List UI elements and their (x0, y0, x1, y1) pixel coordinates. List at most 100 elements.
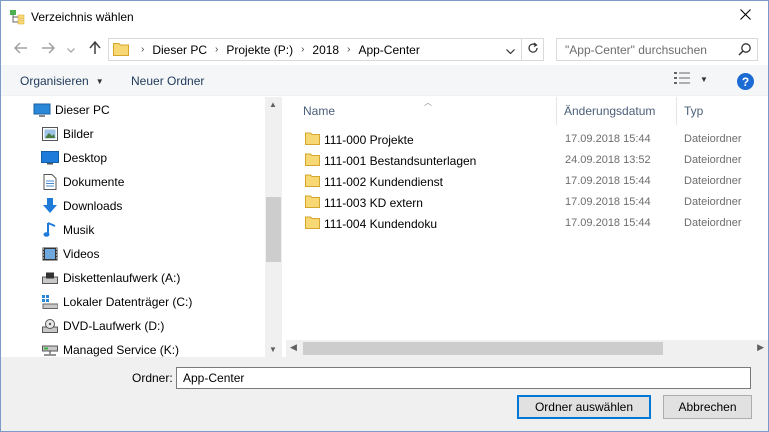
table-row[interactable]: 111-004 Kundendoku 17.09.2018 15:44 Date… (286, 213, 768, 234)
close-button[interactable] (723, 1, 768, 31)
column-header-label: Name (303, 104, 336, 118)
sort-ascending-icon: ︿ (424, 98, 432, 107)
computer-icon (33, 102, 51, 118)
folder-icon (305, 153, 320, 169)
column-header-name[interactable]: Name (303, 97, 335, 125)
file-date: 17.09.2018 15:44 (565, 217, 651, 229)
search-icon[interactable] (738, 42, 752, 59)
scroll-left-icon[interactable]: ◀ (290, 342, 297, 353)
table-row[interactable]: 111-003 KD extern 17.09.2018 15:44 Datei… (286, 192, 768, 213)
dvd-drive-icon (41, 318, 59, 334)
forward-button[interactable] (39, 40, 57, 58)
music-icon (41, 222, 59, 238)
sidebar-item-music[interactable]: Musik (1, 219, 265, 241)
cancel-button[interactable]: Abbrechen (663, 395, 752, 419)
new-folder-button[interactable]: Neuer Ordner (131, 74, 204, 88)
sidebar-item-dvd-drive[interactable]: DVD-Laufwerk (D:) (1, 315, 265, 337)
arrow-right-icon (41, 41, 56, 57)
change-view-button[interactable]: ▼ (674, 72, 708, 87)
up-button[interactable] (86, 40, 104, 58)
file-date: 17.09.2018 15:44 (565, 196, 651, 208)
caret-down-icon: ▼ (95, 76, 104, 86)
breadcrumb-item-2018[interactable]: 2018 (312, 43, 339, 57)
dialog-footer: Ordner: Ordner auswählen Abbrechen (1, 357, 768, 431)
file-list-horizontal-scrollbar[interactable]: ◀ ▶ (286, 340, 768, 357)
file-type: Dateiordner (684, 196, 742, 208)
videos-icon (41, 246, 59, 262)
sidebar-item-label: Lokaler Datenträger (C:) (63, 295, 193, 309)
sidebar-item-videos[interactable]: Videos (1, 243, 265, 265)
table-row[interactable]: 111-002 Kundendienst 17.09.2018 15:44 Da… (286, 171, 768, 192)
select-folder-button[interactable]: Ordner auswählen (517, 395, 651, 419)
chevron-right-icon: › (301, 44, 305, 55)
sidebar-item-desktop[interactable]: Desktop (1, 147, 265, 169)
table-row[interactable]: 111-001 Bestandsunterlagen 24.09.2018 13… (286, 150, 768, 171)
table-row[interactable]: 111-000 Projekte 17.09.2018 15:44 Dateio… (286, 129, 768, 150)
scroll-right-icon[interactable]: ▶ (757, 342, 764, 353)
back-button[interactable] (12, 40, 30, 58)
sidebar-item-label: Desktop (63, 151, 108, 165)
sidebar-item-this-pc[interactable]: Dieser PC (1, 99, 265, 121)
floppy-drive-icon (41, 270, 59, 286)
sidebar-item-label: Videos (63, 247, 100, 261)
file-name: 111-000 Projekte (324, 133, 414, 147)
file-type: Dateiordner (684, 133, 742, 145)
address-history-button[interactable] (501, 39, 519, 60)
search-input[interactable] (557, 39, 732, 60)
help-icon: ? (741, 74, 750, 89)
refresh-button[interactable] (521, 39, 543, 60)
title-bar: Verzeichnis wählen (1, 1, 768, 32)
file-list: ︿ Name Änderungsdatum Typ 111-000 Projek… (286, 97, 768, 357)
file-type: Dateiordner (684, 175, 742, 187)
recent-locations-button[interactable] (64, 40, 78, 58)
file-date: 17.09.2018 15:44 (565, 133, 651, 145)
folder-label: Ordner: (132, 371, 173, 385)
scroll-up-icon[interactable]: ▲ (269, 100, 277, 109)
column-divider[interactable] (676, 97, 677, 125)
column-divider[interactable] (556, 97, 557, 125)
column-header-date[interactable]: Änderungsdatum (564, 97, 655, 125)
organize-button[interactable]: Organisieren ▼ (20, 74, 104, 88)
scrollbar-thumb[interactable] (266, 197, 281, 262)
scroll-down-icon[interactable]: ▼ (269, 345, 277, 354)
folder-icon (305, 216, 320, 232)
breadcrumb-item-app-center[interactable]: App-Center (358, 43, 419, 57)
network-drive-icon (41, 342, 59, 357)
scrollbar-thumb[interactable] (303, 342, 663, 355)
chevron-right-icon: › (141, 44, 145, 55)
documents-icon (41, 174, 59, 190)
column-header-type[interactable]: Typ (684, 97, 703, 125)
folder-icon (305, 174, 320, 190)
breadcrumb-item-this-pc[interactable]: Dieser PC (152, 43, 207, 57)
folder-icon (113, 42, 129, 59)
sidebar-item-local-disk[interactable]: Lokaler Datenträger (C:) (1, 291, 265, 313)
chevron-down-icon (505, 43, 515, 57)
sidebar-item-label: Managed Service (K:) (63, 343, 180, 357)
pictures-icon (41, 126, 59, 142)
help-button[interactable]: ? (737, 73, 754, 90)
sidebar-item-managed-service[interactable]: Managed Service (K:) (1, 339, 265, 357)
file-date: 24.09.2018 13:52 (565, 154, 651, 166)
sidebar-item-floppy-drive[interactable]: Diskettenlaufwerk (A:) (1, 267, 265, 289)
details-view-icon (674, 72, 690, 87)
sidebar-item-downloads[interactable]: Downloads (1, 195, 265, 217)
file-name: 111-003 KD extern (324, 196, 423, 210)
sidebar-item-label: Diskettenlaufwerk (A:) (63, 271, 181, 285)
desktop-icon (41, 150, 59, 166)
refresh-icon (527, 42, 539, 57)
folder-name-input[interactable] (176, 367, 751, 389)
breadcrumb-item-projects[interactable]: Projekte (P:) (226, 43, 293, 57)
caret-down-icon: ▼ (700, 75, 708, 84)
breadcrumb: › Dieser PC › Projekte (P:) › 2018 › App-Cen… (133, 39, 420, 60)
address-bar[interactable]: › Dieser PC › Projekte (P:) › 2018 › App-Cen… (108, 38, 544, 61)
sidebar-item-label: Dokumente (63, 175, 125, 189)
sidebar-item-documents[interactable]: Dokumente (1, 171, 265, 193)
chevron-right-icon: › (215, 44, 219, 55)
downloads-icon (41, 198, 59, 214)
sidebar-item-pictures[interactable]: Bilder (1, 123, 265, 145)
navigation-pane-scrollbar[interactable]: ▲ ▼ (265, 97, 282, 357)
file-name: 111-004 Kundendoku (324, 217, 437, 231)
window-title: Verzeichnis wählen (31, 10, 134, 24)
folder-picker-dialog: Verzeichnis wählen › Dieser PC › Projekt… (0, 0, 769, 432)
file-date: 17.09.2018 15:44 (565, 175, 651, 187)
